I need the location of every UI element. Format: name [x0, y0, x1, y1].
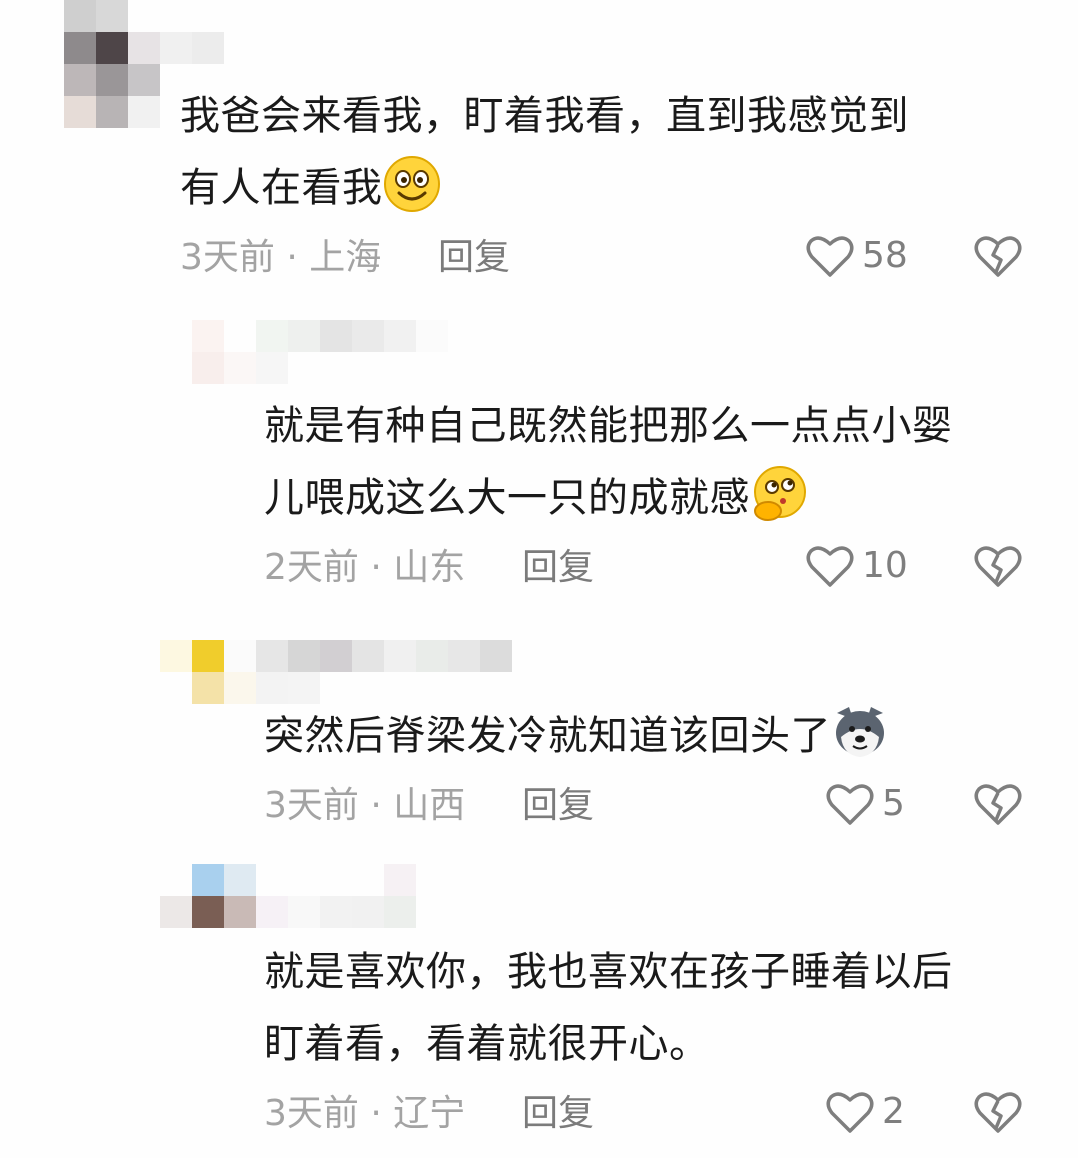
like-count: 5 — [882, 783, 905, 824]
smiling-face-emoji — [383, 155, 441, 213]
like-button[interactable]: 10 — [806, 544, 908, 588]
comment-text: 我爸会来看我，盯着我看，直到我感觉到 有人在看我 — [180, 93, 909, 213]
dislike-button[interactable] — [974, 234, 1022, 278]
heart-outline-icon — [826, 1090, 874, 1134]
heart-outline-icon — [806, 234, 854, 278]
avatar-username-blurred[interactable] — [160, 640, 512, 704]
dislike-button[interactable] — [974, 544, 1022, 588]
dislike-button[interactable] — [974, 1090, 1022, 1134]
comment-text: 突然后脊梁发冷就知道该回头了 — [264, 700, 889, 772]
like-button[interactable]: 5 — [826, 782, 905, 826]
comment-time-location: 2天前 · 山东 — [264, 547, 466, 588]
heart-outline-icon — [826, 782, 874, 826]
like-count: 58 — [862, 235, 908, 276]
like-button[interactable]: 58 — [806, 234, 908, 278]
comment-time-location: 3天前 · 辽宁 — [264, 1093, 466, 1134]
avatar-username-blurred[interactable] — [160, 864, 416, 928]
like-count: 10 — [862, 545, 908, 586]
like-count: 2 — [882, 1091, 905, 1132]
reply-button[interactable]: 回复 — [438, 236, 510, 280]
thinking-face-emoji — [750, 465, 808, 523]
broken-heart-icon — [974, 782, 1022, 826]
heart-outline-icon — [806, 544, 854, 588]
like-button[interactable]: 2 — [826, 1090, 905, 1134]
reply-button[interactable]: 回复 — [522, 546, 594, 590]
comment-time-location: 3天前 · 上海 — [180, 237, 382, 278]
broken-heart-icon — [974, 234, 1022, 278]
avatar-username-blurred[interactable] — [192, 320, 448, 384]
husky-dog-emoji — [831, 703, 889, 761]
reply-button[interactable]: 回复 — [522, 1092, 594, 1136]
reply-button[interactable]: 回复 — [522, 784, 594, 828]
broken-heart-icon — [974, 1090, 1022, 1134]
comment-text: 就是喜欢你，我也喜欢在孩子睡着以后 盯着看，看着就很开心。 — [264, 949, 953, 1067]
broken-heart-icon — [974, 544, 1022, 588]
dislike-button[interactable] — [974, 782, 1022, 826]
comment-time-location: 3天前 · 山西 — [264, 785, 466, 826]
comment-text: 就是有种自己既然能把那么一点点小婴 儿喂成这么大一只的成就感 — [264, 403, 953, 523]
